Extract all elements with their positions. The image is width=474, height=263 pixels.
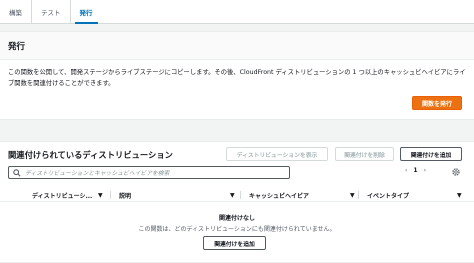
publish-description: この関数を公開して、開発ステージからライブステージにコピーします。その後、Clo… (8, 69, 466, 87)
publish-panel: 発行 この関数を公開して、開発ステージからライブステージにコピーします。その後、… (0, 31, 474, 120)
column-description[interactable]: 説明 (119, 188, 219, 202)
page-number[interactable]: 1 (413, 167, 417, 174)
pagination: ‹ 1 › (405, 167, 426, 174)
publish-title: 発行 (8, 41, 26, 52)
tab-build[interactable]: 構築 (0, 0, 31, 23)
column-distribution-label: ディストリビューシ... (32, 192, 93, 200)
column-distribution[interactable]: ディストリビューシ... (32, 188, 104, 202)
column-divider (358, 191, 359, 199)
publish-function-button[interactable]: 関数を発行 (412, 96, 462, 110)
column-divider (240, 191, 241, 199)
gear-icon[interactable] (451, 167, 461, 177)
add-association-button[interactable]: 関連付けを追加 (400, 147, 462, 161)
associations-panel: 関連付けられているディストリビューション ディストリビューションを表示 関連付け… (0, 141, 474, 263)
empty-add-association-button[interactable]: 関連付けを追加 (203, 236, 266, 250)
column-event-type[interactable]: イベントタイプ (367, 188, 447, 202)
tab-test[interactable]: テスト (31, 0, 70, 23)
remove-association-button[interactable]: 関連付けを削除 (335, 147, 394, 161)
column-event-type-label: イベントタイプ (367, 192, 410, 200)
column-description-label: 説明 (119, 192, 132, 200)
sort-down-icon[interactable]: ▼ (230, 188, 235, 202)
associations-title: 関連付けられているディストリビューション (8, 150, 173, 160)
view-distribution-button[interactable]: ディストリビューションを表示 (226, 147, 328, 161)
sort-down-icon[interactable]: ▼ (350, 188, 355, 202)
chevron-right-icon[interactable]: › (424, 167, 426, 174)
column-cache-behavior-label: キャッシュビヘイビア (249, 192, 310, 200)
column-cache-behavior[interactable]: キャッシュビヘイビア (249, 188, 339, 202)
search-icon (13, 168, 21, 177)
column-divider (110, 191, 111, 199)
table-header: ディストリビューシ... ▼ 説明 ▼ キャッシュビヘイビア ▼ イベントタイプ… (0, 188, 474, 202)
sort-down-icon[interactable]: ▼ (457, 188, 462, 202)
search-input[interactable]: ディストリビューションとキャッシュビヘイビアを検索 (8, 166, 290, 179)
empty-state-description: この関数は、どのディストリビューションにも関連付けられていません。 (138, 226, 336, 233)
tab-publish[interactable]: 発行 (69, 0, 102, 24)
empty-state-title: 関連付けなし (218, 215, 255, 222)
tab-bar: 構築 テスト 発行 (0, 0, 474, 24)
publish-panel-header: 発行 (0, 32, 474, 60)
sort-down-icon[interactable]: ▼ (98, 188, 103, 202)
chevron-left-icon[interactable]: ‹ (405, 167, 407, 174)
search-placeholder: ディストリビューションとキャッシュビヘイビアを検索 (25, 171, 170, 177)
